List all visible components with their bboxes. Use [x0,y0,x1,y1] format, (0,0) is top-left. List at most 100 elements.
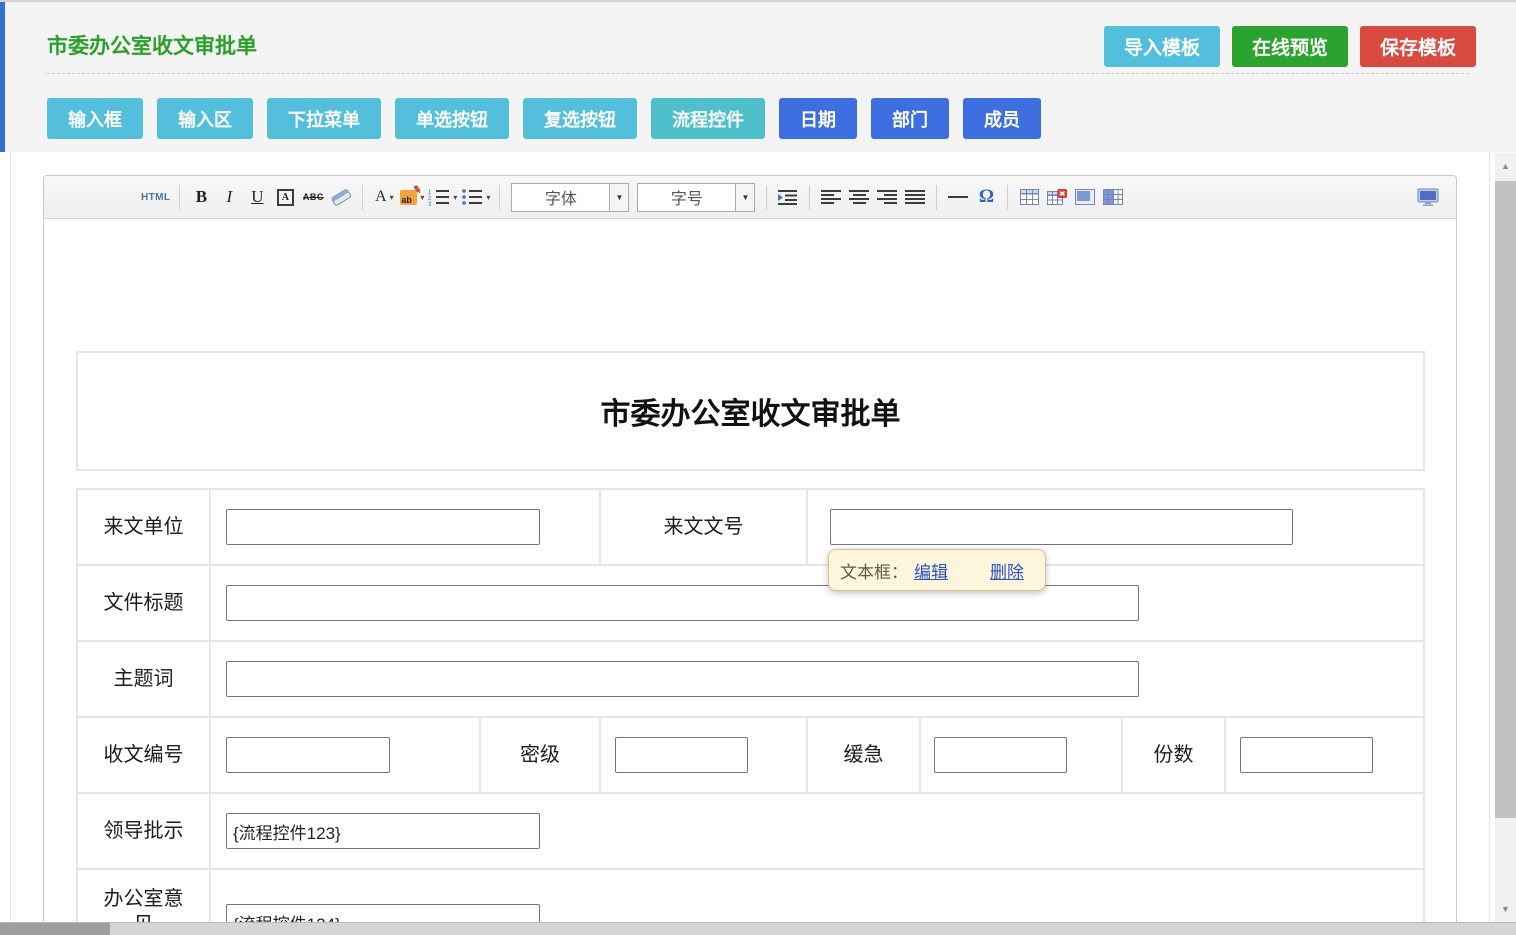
special-char-button[interactable]: Ω [974,183,998,211]
unordered-list-icon [461,188,483,206]
cell [211,718,481,792]
cell-merge-button[interactable] [1073,183,1097,211]
table-columns-icon [1103,189,1123,205]
indent-icon [778,189,798,206]
fullscreen-button[interactable] [1416,183,1440,211]
chevron-down-icon[interactable]: ▼ [735,184,754,211]
source-doc-number-input[interactable] [830,509,1293,545]
control-department-button[interactable]: 部门 [871,98,949,139]
control-button-row: 输入框 输入区 下拉菜单 单选按钮 复选按钮 流程控件 日期 部门 成员 [47,98,1041,139]
toolbar-separator [179,185,180,210]
highlight-icon: ab✎ [400,190,417,205]
toolbar-separator [1007,185,1008,210]
label-subject-words: 主题词 [78,642,211,716]
top-actions: 导入模板 在线预览 保存模板 [1104,26,1476,67]
control-input-area-button[interactable]: 输入区 [157,98,253,139]
table-props-button[interactable] [1101,183,1125,211]
secrecy-level-input[interactable] [615,737,748,773]
italic-button[interactable]: I [217,183,241,211]
underline-icon: U [251,187,263,207]
page: 市委办公室收文审批单 导入模板 在线预览 保存模板 输入框 输入区 下拉菜单 单… [0,0,1516,935]
table-row: 领导批示 [78,794,1423,870]
editor-document[interactable]: 市委办公室收文审批单 来文单位 来文文号 [44,219,1456,935]
header: 市委办公室收文审批单 导入模板 在线预览 保存模板 输入框 输入区 下拉菜单 单… [0,0,1516,152]
control-input-box-button[interactable]: 输入框 [47,98,143,139]
scrollbar-down-arrow[interactable]: ▼ [1495,898,1516,920]
cell [211,794,1423,868]
save-template-button[interactable]: 保存模板 [1360,26,1476,67]
font-color-button[interactable]: A▾ [372,183,396,211]
editor-toolbar: HTML B I U A ABC A▾ ab✎▾ [44,176,1456,219]
delete-table-button[interactable] [1045,183,1069,211]
content-panel: HTML B I U A ABC A▾ ab✎▾ [10,152,1490,935]
align-right-icon [877,190,897,204]
control-dropdown-button[interactable]: 下拉菜单 [267,98,381,139]
align-left-icon [821,190,841,204]
dashed-divider [47,73,1469,74]
boxed-a-icon: A [277,189,294,206]
leader-instructions-input[interactable] [226,813,540,849]
control-member-button[interactable]: 成员 [963,98,1041,139]
strikethrough-icon: ABC [303,192,324,202]
cell [601,718,808,792]
label-source-doc-number: 来文文号 [601,490,808,564]
horizontal-rule-icon [948,196,968,198]
strikethrough-button[interactable]: ABC [301,183,325,211]
insert-table-button[interactable] [1017,183,1041,211]
table-row: 主题词 [78,642,1423,718]
horizontal-rule-button[interactable] [946,183,970,211]
receive-number-input[interactable] [226,737,390,773]
align-center-button[interactable] [847,183,871,211]
left-edge-sliver [0,2,5,152]
label-secrecy-level: 密级 [481,718,601,792]
control-date-button[interactable]: 日期 [779,98,857,139]
vertical-scrollbar[interactable]: ▲ ▼ [1495,153,1516,922]
html-icon: HTML [141,192,170,203]
toolbar-separator [809,185,810,210]
ordered-list-button[interactable]: 1 2 3 ▾ [428,183,457,211]
unordered-list-button[interactable]: ▾ [461,183,490,211]
font-size-select[interactable]: 字号 ▼ [637,183,755,212]
align-center-icon [849,190,869,204]
table-row: 文件标题 [78,566,1423,642]
tooltip-delete-link[interactable]: 删除 [990,558,1024,583]
table-icon [1020,189,1039,205]
subject-words-input[interactable] [226,661,1139,697]
online-preview-button[interactable]: 在线预览 [1232,26,1348,67]
bordered-text-button[interactable]: A [273,183,297,211]
cell [211,490,601,564]
chevron-down-icon[interactable]: ▼ [609,184,628,211]
richtext-editor: HTML B I U A ABC A▾ ab✎▾ [43,175,1457,935]
control-checkbox-button[interactable]: 复选按钮 [523,98,637,139]
cell [211,566,1423,640]
control-flow-widget-button[interactable]: 流程控件 [651,98,765,139]
copies-count-input[interactable] [1240,737,1373,773]
scrollbar-thumb[interactable] [1495,181,1516,818]
chevron-down-icon: ▾ [420,193,424,202]
tooltip-edit-link[interactable]: 编辑 [914,558,948,583]
align-left-button[interactable] [819,183,843,211]
align-right-button[interactable] [875,183,899,211]
align-justify-button[interactable] [903,183,927,211]
label-urgency: 缓急 [808,718,921,792]
remove-format-button[interactable] [329,183,353,211]
underline-button[interactable]: U [245,183,269,211]
toolbar-separator [766,185,767,210]
urgency-input[interactable] [934,737,1067,773]
align-justify-icon [905,190,925,204]
source-unit-input[interactable] [226,509,540,545]
scrollbar-up-arrow[interactable]: ▲ [1495,153,1516,179]
indent-button[interactable] [776,183,800,211]
label-copies-count: 份数 [1123,718,1226,792]
bold-icon: B [196,187,207,207]
table-delete-icon [1047,189,1067,206]
highlight-color-button[interactable]: ab✎▾ [400,183,424,211]
chevron-down-icon: ▾ [390,193,394,202]
import-template-button[interactable]: 导入模板 [1104,26,1220,67]
font-family-select[interactable]: 字体 ▼ [511,183,629,212]
control-radio-button[interactable]: 单选按钮 [395,98,509,139]
chevron-down-icon: ▾ [486,193,490,202]
bold-button[interactable]: B [189,183,213,211]
label-receive-number: 收文编号 [78,718,211,792]
html-source-button[interactable]: HTML [141,183,170,211]
